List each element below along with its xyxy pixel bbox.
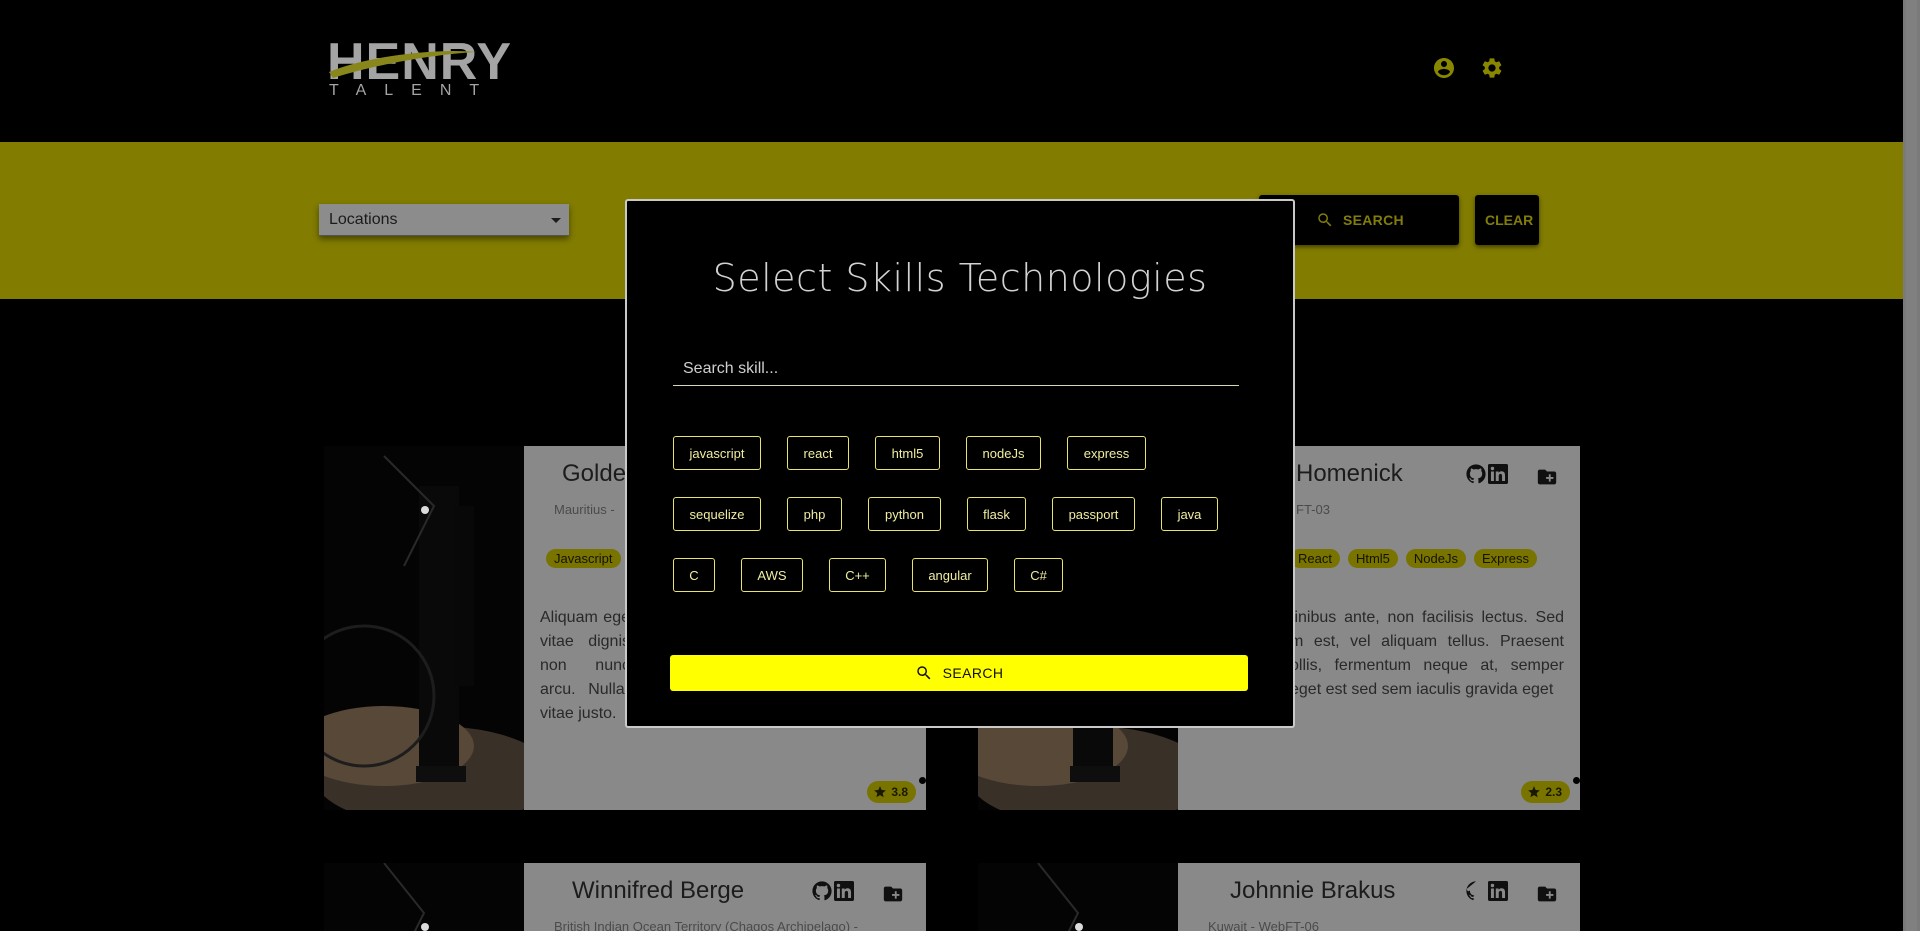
skill-chip-passport[interactable]: passport bbox=[1052, 497, 1135, 531]
modal-search-button[interactable]: SEARCH bbox=[670, 655, 1248, 691]
modal-title: Select Skills Technologies bbox=[712, 256, 1208, 300]
skill-chip-php[interactable]: php bbox=[787, 497, 842, 531]
skills-modal: Select Skills Technologies javascript re… bbox=[625, 199, 1295, 728]
skill-chip-python[interactable]: python bbox=[868, 497, 941, 531]
skill-search-field bbox=[673, 353, 1239, 386]
skill-chip-nodejs[interactable]: nodeJs bbox=[966, 436, 1041, 470]
skill-chip-flask[interactable]: flask bbox=[967, 497, 1026, 531]
skill-chip-angular[interactable]: angular bbox=[912, 558, 988, 592]
modal-search-label: SEARCH bbox=[942, 665, 1004, 681]
skill-chip-react[interactable]: react bbox=[787, 436, 849, 470]
skill-chip-csharp[interactable]: C# bbox=[1014, 558, 1063, 592]
skill-chip-cpp[interactable]: C++ bbox=[829, 558, 886, 592]
skill-chip-sequelize[interactable]: sequelize bbox=[673, 497, 761, 531]
skill-chip-aws[interactable]: AWS bbox=[741, 558, 803, 592]
skill-chip-java[interactable]: java bbox=[1161, 497, 1218, 531]
skill-chip-c[interactable]: C bbox=[673, 558, 715, 592]
skill-search-input[interactable] bbox=[673, 353, 1239, 385]
skill-chip-javascript[interactable]: javascript bbox=[673, 436, 761, 470]
search-icon bbox=[916, 666, 930, 680]
skill-chip-html5[interactable]: html5 bbox=[875, 436, 940, 470]
skill-chip-express[interactable]: express bbox=[1067, 436, 1146, 470]
